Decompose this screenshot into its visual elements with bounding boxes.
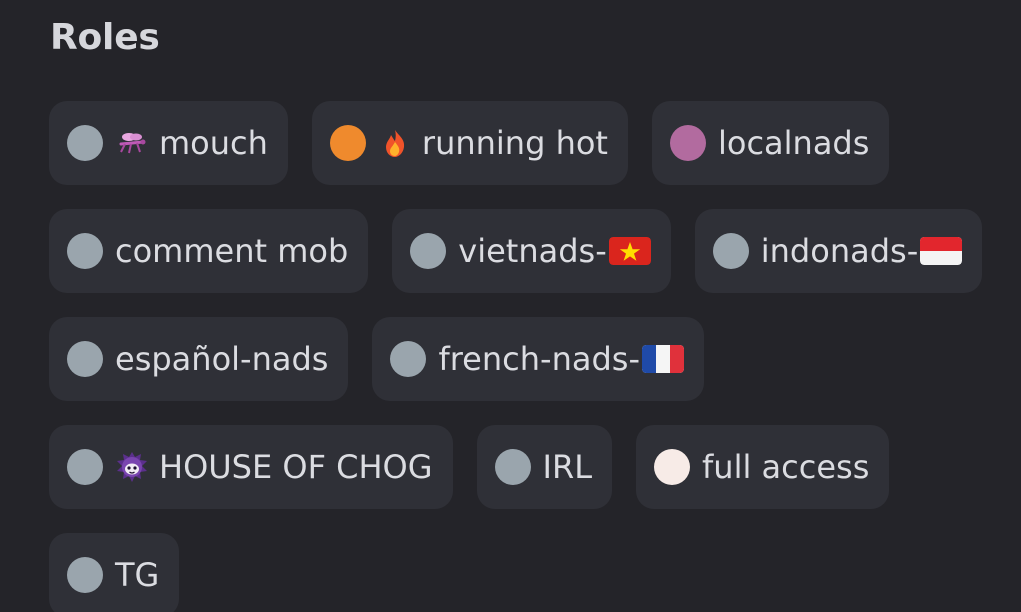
role-label: mouch [159, 124, 268, 162]
role-chip-vietnads[interactable]: vietnads- [392, 209, 671, 293]
role-chip-house-of-chog[interactable]: HOUSE OF CHOG [49, 425, 453, 509]
role-label: localnads [717, 124, 870, 162]
role-color-dot [67, 449, 103, 485]
role-chip-comment-mob[interactable]: comment mob [49, 209, 369, 293]
role-chip-french-nads[interactable]: french-nads- [372, 317, 704, 401]
role-label: HOUSE OF CHOG [159, 448, 433, 486]
role-color-dot [410, 233, 447, 269]
role-color-dot [390, 341, 427, 377]
role-color-dot [494, 449, 531, 485]
france-flag-icon [641, 345, 684, 373]
role-chip-indonads[interactable]: indonads- [694, 209, 983, 293]
role-label: french-nads- [438, 340, 640, 378]
roles-row: español-nads french-nads- [49, 317, 704, 401]
role-color-dot [654, 449, 691, 485]
role-label: full access [702, 448, 870, 486]
vietnam-flag-icon [608, 237, 651, 265]
role-color-dot [67, 125, 103, 161]
roles-row: comment mob vietnads- indonads- [49, 209, 983, 293]
role-color-dot [329, 125, 366, 161]
fire-icon [385, 130, 405, 157]
role-label: indonads- [760, 232, 919, 270]
role-color-dot [67, 233, 103, 269]
indonesia-flag-icon [920, 237, 963, 265]
mosquito-icon [119, 133, 146, 154]
role-color-dot [67, 341, 103, 377]
role-chip-running-hot[interactable]: running hot [311, 101, 628, 185]
role-chip-full-access[interactable]: full access [636, 425, 890, 509]
roles-row: mouch running hot localnads [49, 101, 890, 185]
role-chip-espanol-nads[interactable]: español-nads [49, 317, 349, 401]
roles-row: HOUSE OF CHOG IRL full access [49, 425, 890, 509]
role-label: comment mob [115, 232, 349, 270]
roles-row: TG [49, 533, 180, 612]
role-chip-mouch[interactable]: mouch [49, 101, 288, 185]
roles-heading: Roles [50, 17, 160, 58]
role-label: vietnads- [458, 232, 607, 270]
role-chip-localnads[interactable]: localnads [651, 101, 890, 185]
role-color-dot [712, 233, 749, 269]
role-label: español-nads [115, 340, 329, 378]
chog-mascot-icon [117, 452, 147, 482]
role-chip-tg[interactable]: TG [49, 533, 180, 612]
role-label: running hot [421, 124, 608, 162]
role-color-dot [669, 125, 706, 161]
role-chip-irl[interactable]: IRL [476, 425, 613, 509]
role-label: IRL [542, 448, 593, 486]
role-color-dot [67, 557, 103, 593]
role-label: TG [115, 556, 160, 594]
